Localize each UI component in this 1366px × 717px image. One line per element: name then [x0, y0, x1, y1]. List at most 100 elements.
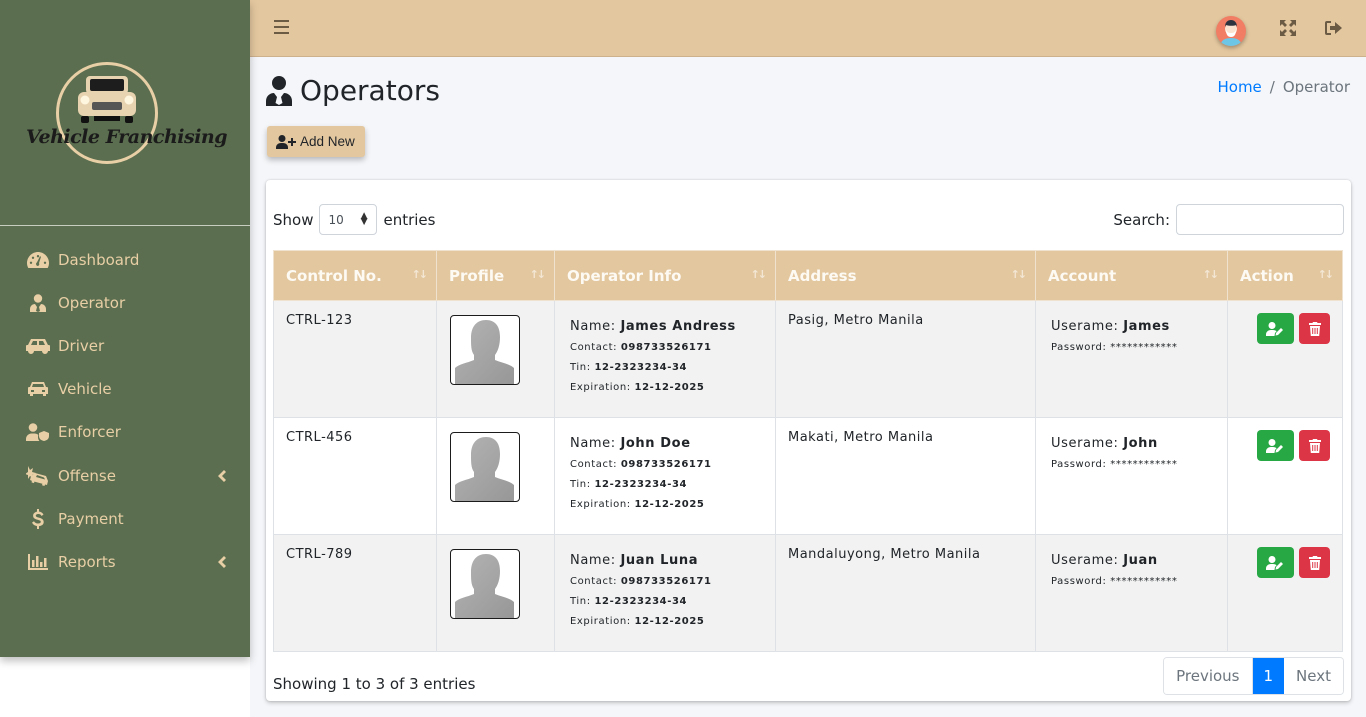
pagination-page[interactable]: 1 — [1252, 658, 1285, 694]
sidebar-item-operator[interactable]: Operator — [0, 281, 250, 324]
column-header-label: Control No. — [286, 266, 382, 285]
column-header-profile[interactable]: Profile ↑↓ — [436, 250, 555, 301]
table-header-row: Control No. ↑↓ Profile ↑↓ Operator Info ↑↓ … — [273, 250, 1343, 301]
profile-photo — [450, 432, 520, 502]
profile-photo — [450, 549, 520, 619]
search-control: Search: — [1113, 204, 1344, 235]
field-label: Expiration: — [570, 616, 631, 627]
field-label: Userame: — [1051, 436, 1119, 451]
page-title-text: Operators — [300, 74, 440, 107]
add-new-button[interactable]: Add New — [267, 126, 365, 157]
operator-name: Name: Juan Luna — [570, 553, 699, 568]
sidebar-item-reports[interactable]: Reports — [0, 540, 250, 583]
user-tie-icon — [26, 293, 50, 313]
control-no-cell: CTRL-456 — [273, 417, 437, 535]
trash-icon — [1308, 321, 1321, 336]
entries-label: entries — [383, 210, 436, 229]
trash-icon — [1308, 555, 1321, 570]
profile-cell — [436, 534, 555, 652]
operator-expiration: Expiration: 12-12-2025 — [570, 382, 705, 393]
operator-info-cell: Name: James Andress Contact: 09873352617… — [554, 300, 776, 418]
column-header-label: Operator Info — [567, 266, 682, 285]
address: Pasig, Metro Manila — [788, 313, 924, 328]
page-length-select[interactable]: 10 — [319, 204, 378, 235]
table-row: CTRL-456 Name: John Doe Contact: 0987335… — [273, 417, 1343, 535]
account-cell: Userame: John Password: ************ — [1035, 417, 1228, 535]
expand-icon[interactable] — [1280, 20, 1298, 38]
sidebar-item-vehicle[interactable]: Vehicle — [0, 368, 250, 411]
user-edit-icon — [1266, 555, 1284, 570]
operator-contact: Contact: 098733526171 — [570, 342, 712, 353]
column-header-label: Action — [1240, 266, 1294, 285]
column-header-operator-info[interactable]: Operator Info ↑↓ — [554, 250, 776, 301]
field-label: Userame: — [1051, 319, 1119, 334]
field-label: Contact: — [570, 459, 618, 470]
hamburger-icon[interactable] — [274, 20, 289, 34]
sidebar-item-payment[interactable]: Payment — [0, 497, 250, 540]
operator-contact: Contact: 098733526171 — [570, 459, 712, 470]
operators-table: Control No. ↑↓ Profile ↑↓ Operator Info ↑↓ … — [273, 250, 1343, 652]
operator-expiration: Expiration: 12-12-2025 — [570, 616, 705, 627]
control-no: CTRL-456 — [286, 430, 353, 445]
field-label: Contact: — [570, 576, 618, 587]
sidebar-item-label: Reports — [58, 552, 116, 571]
delete-button[interactable] — [1299, 313, 1330, 344]
column-header-address[interactable]: Address ↑↓ — [775, 250, 1036, 301]
operator-tin: Tin: 12-2323234-34 — [570, 479, 688, 490]
user-edit-icon — [1266, 438, 1284, 453]
edit-button[interactable] — [1256, 313, 1294, 344]
pagination-previous[interactable]: Previous — [1164, 658, 1253, 694]
sidebar-item-enforcer[interactable]: Enforcer — [0, 411, 250, 454]
address-cell: Pasig, Metro Manila — [775, 300, 1036, 418]
sidebar-item-driver[interactable]: Driver — [0, 324, 250, 367]
sort-icon: ↑↓ — [1202, 268, 1220, 281]
user-shield-icon — [26, 422, 50, 442]
breadcrumb-home-link[interactable]: Home — [1217, 78, 1261, 96]
user-silhouette-icon — [455, 320, 514, 384]
column-header-label: Account — [1048, 266, 1117, 285]
delete-button[interactable] — [1299, 430, 1330, 461]
sidebar-item-label: Vehicle — [58, 380, 112, 399]
sidebar-nav: Dashboard Operator Driver Vehicle Enforc… — [0, 226, 250, 584]
operator-tin: Tin: 12-2323234-34 — [570, 596, 688, 607]
breadcrumb-current: Operator — [1282, 78, 1350, 96]
user-silhouette-icon — [455, 437, 514, 501]
field-label: Name: — [570, 553, 616, 568]
operator-name: Name: John Doe — [570, 436, 691, 451]
topbar — [250, 0, 1366, 57]
field-label: Name: — [570, 436, 616, 451]
field-label: Tin: — [570, 596, 591, 607]
sidebar-item-dashboard[interactable]: Dashboard — [0, 238, 250, 281]
action-cell — [1227, 417, 1343, 535]
table-row: CTRL-789 Name: Juan Luna Contact: 098733… — [273, 534, 1343, 652]
page-length-control: Show 10 ▲ ▼ entries — [273, 204, 435, 235]
car-icon — [26, 336, 50, 356]
edit-button[interactable] — [1256, 547, 1294, 578]
sidebar-item-label: Driver — [58, 336, 105, 355]
user-avatar-icon[interactable] — [1216, 16, 1246, 46]
edit-button[interactable] — [1256, 430, 1294, 461]
account-username: Userame: James — [1051, 319, 1170, 334]
column-header-action[interactable]: Action ↑↓ — [1227, 250, 1343, 301]
chevron-left-icon — [218, 468, 226, 486]
field-label: Password: — [1051, 342, 1107, 353]
column-header-account[interactable]: Account ↑↓ — [1035, 250, 1228, 301]
operator-tin: Tin: 12-2323234-34 — [570, 362, 688, 373]
search-input[interactable] — [1176, 204, 1344, 235]
brand-logo[interactable]: Vehicle Franchising — [0, 0, 250, 226]
action-cell — [1227, 534, 1343, 652]
sidebar-item-offense[interactable]: Offense — [0, 454, 250, 497]
breadcrumb-separator: / — [1269, 78, 1275, 96]
control-no-cell: CTRL-123 — [273, 300, 437, 418]
column-header-label: Profile — [449, 266, 505, 285]
dollar-icon — [26, 508, 50, 529]
user-edit-icon — [1266, 321, 1284, 336]
delete-button[interactable] — [1299, 547, 1330, 578]
sort-icon: ↑↓ — [529, 268, 547, 281]
action-cell — [1227, 300, 1343, 418]
sign-out-icon[interactable] — [1325, 20, 1343, 38]
sort-icon: ↑↓ — [750, 268, 768, 281]
operator-info-cell: Name: Juan Luna Contact: 098733526171 Ti… — [554, 534, 776, 652]
column-header-control-no[interactable]: Control No. ↑↓ — [273, 250, 437, 301]
pagination-next[interactable]: Next — [1284, 658, 1343, 694]
